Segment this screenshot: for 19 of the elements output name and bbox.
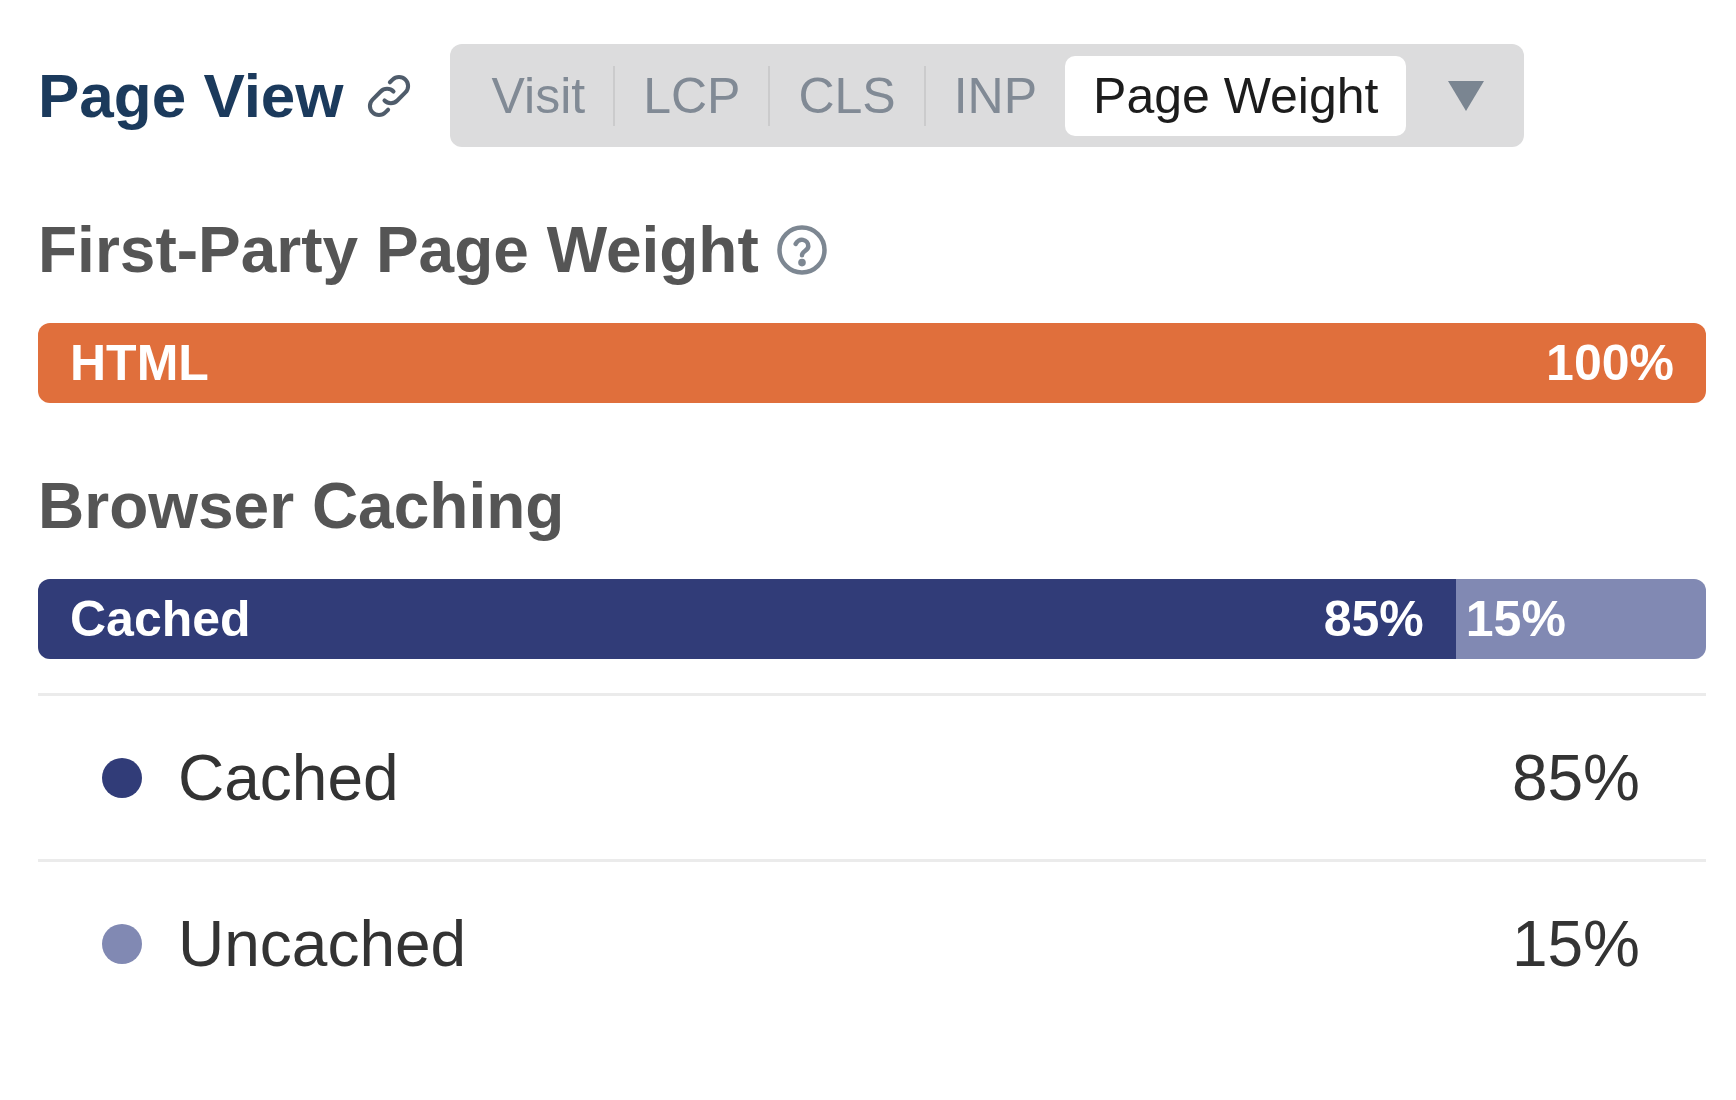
segment-value: 85% [1323, 590, 1424, 648]
tab[interactable]: LCP [615, 55, 769, 136]
segment-label: Cached [70, 590, 251, 648]
help-icon[interactable] [774, 223, 829, 277]
tab[interactable]: INP [925, 55, 1066, 136]
legend-value: 15% [1511, 906, 1640, 981]
section-title: First-Party Page Weight [38, 213, 759, 287]
page-title: Page View [38, 60, 344, 131]
tab[interactable]: Page Weight [1065, 55, 1407, 136]
caret-icon[interactable] [1448, 80, 1485, 111]
segment-value: 100% [1546, 334, 1674, 392]
tab[interactable]: CLS [770, 55, 924, 136]
legend-value: 85% [1511, 740, 1640, 815]
tab[interactable]: Visit [463, 55, 614, 136]
legend-label: Cached [178, 740, 400, 815]
segment-value: 15% [1465, 590, 1566, 648]
section-title: Browser Caching [38, 469, 565, 543]
segment-label: HTML [70, 334, 209, 392]
legend-label: Uncached [178, 906, 468, 981]
